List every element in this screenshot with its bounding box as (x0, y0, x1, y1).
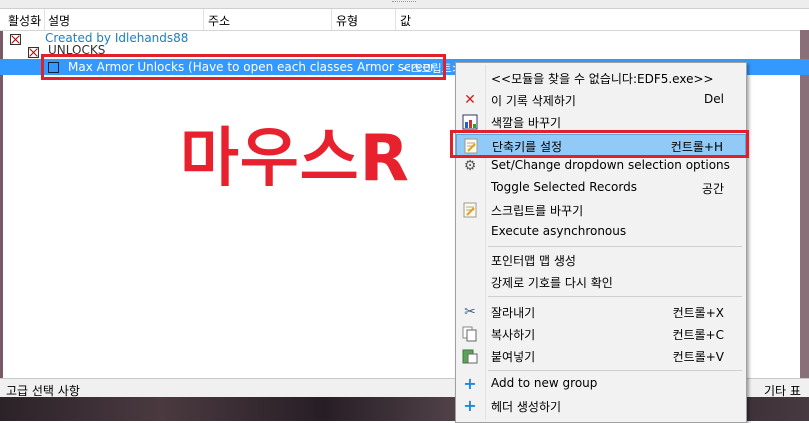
menu-separator (488, 296, 742, 297)
delete-icon: ✕ (464, 92, 476, 108)
copy-icon (462, 326, 478, 342)
row-checkbox[interactable] (10, 34, 21, 45)
header-value[interactable]: 값 (400, 12, 411, 29)
group-checkbox[interactable] (28, 47, 39, 58)
annotation-text: 마우스R (180, 122, 410, 196)
annotation-box-hotkey (450, 130, 749, 158)
context-menu: <<모듈을 찾을 수 없습니다:EDF5.exe>> ✕ 이 기록 삭제하기 D… (455, 62, 747, 423)
menu-item-pointermap[interactable]: 포인터맵 맵 생성 (456, 249, 746, 271)
annotation-box-record (41, 54, 446, 80)
menu-item-dropdown-options[interactable]: ⚙ Set/Change dropdown selection options (456, 155, 746, 177)
menu-separator (488, 370, 742, 371)
menu-item-cut[interactable]: ✂ 잘라내기 컨트롤+X (456, 301, 746, 323)
menu-item-paste[interactable]: 붙여넣기 컨트롤+V (456, 345, 746, 367)
gear-icon: ⚙ (463, 158, 477, 174)
menu-item-change-script[interactable]: 스크립트를 바꾸기 (456, 199, 746, 221)
paste-icon (462, 348, 478, 364)
color-icon (462, 114, 478, 130)
scissors-icon: ✂ (464, 304, 476, 320)
column-header: 활성화 설명 주소 유형 값 (0, 9, 809, 31)
script-icon (462, 202, 478, 218)
menu-item-execute-async[interactable]: Execute asynchronous (456, 221, 746, 243)
menu-separator (488, 246, 742, 247)
splitter-grip[interactable] (0, 0, 809, 9)
plus-icon: + (463, 396, 477, 415)
menu-item-add-group[interactable]: + Add to new group (456, 373, 746, 395)
menu-item-toggle-selected[interactable]: Toggle Selected Records 공간 (456, 177, 746, 199)
header-description[interactable]: 설명 (48, 12, 70, 29)
header-address[interactable]: 주소 (208, 12, 230, 29)
menu-item-recheck-symbols[interactable]: 강제로 기호를 다시 확인 (456, 271, 746, 293)
menu-item-copy[interactable]: 복사하기 컨트롤+C (456, 323, 746, 345)
plus-icon: + (463, 374, 477, 393)
menu-item-module-not-found[interactable]: <<모듈을 찾을 수 없습니다:EDF5.exe>> (456, 67, 746, 89)
menu-item-delete-record[interactable]: ✕ 이 기록 삭제하기 Del (456, 89, 746, 111)
header-active[interactable]: 활성화 (8, 12, 41, 29)
header-type[interactable]: 유형 (336, 12, 358, 29)
right-edge (800, 30, 809, 378)
menu-item-create-header[interactable]: + 헤더 생성하기 (456, 395, 746, 417)
